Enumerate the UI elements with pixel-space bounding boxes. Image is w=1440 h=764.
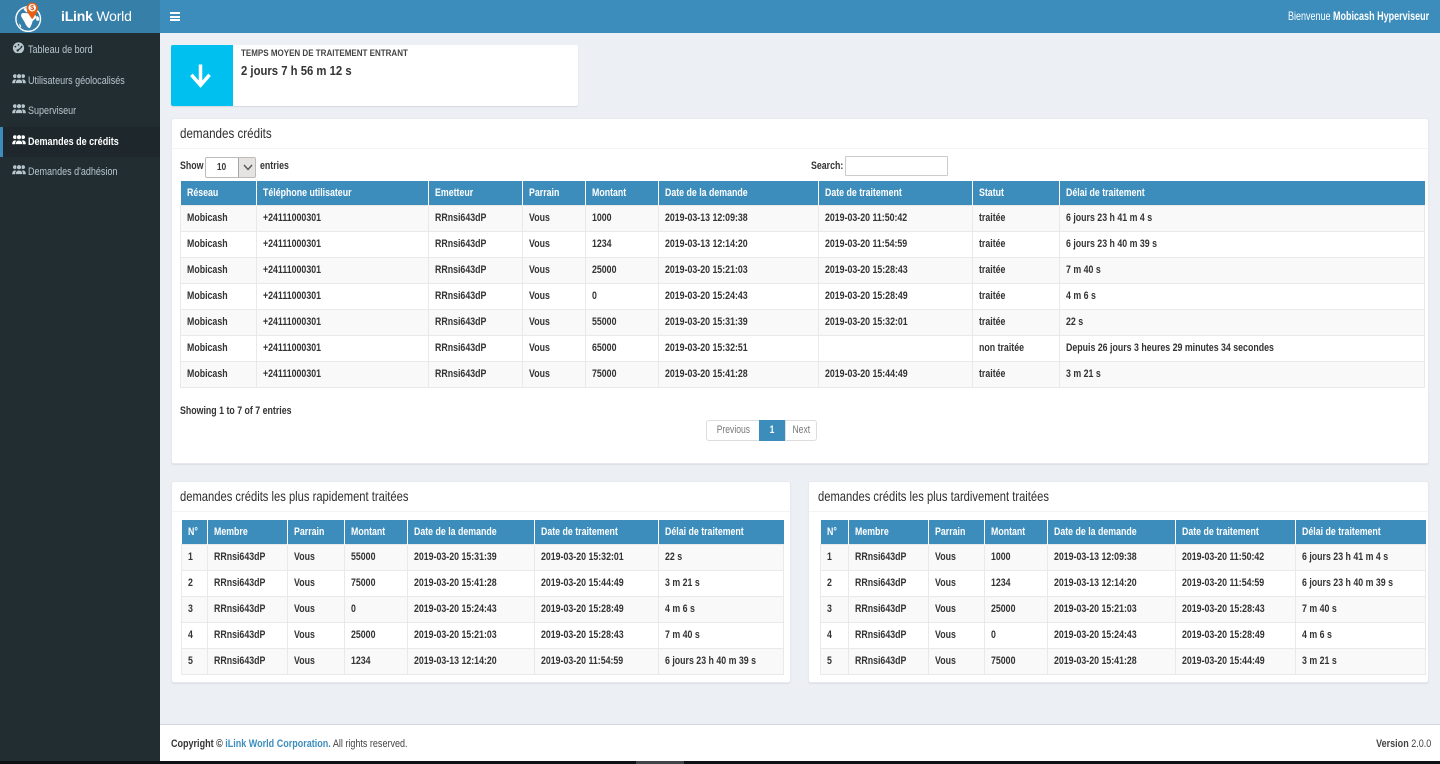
svg-text:$: $ [30, 5, 34, 12]
